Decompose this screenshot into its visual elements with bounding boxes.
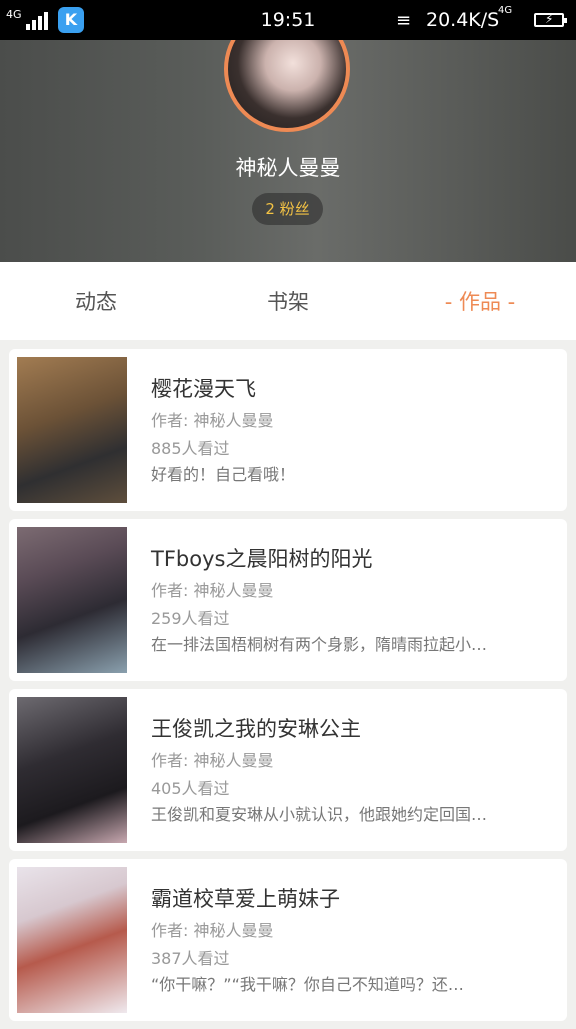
book-cover-image (17, 527, 127, 673)
work-views: 885人看过 (151, 439, 230, 458)
avatar[interactable] (224, 40, 350, 132)
work-title: TFboys之晨阳树的阳光 (151, 547, 373, 571)
tab-bookshelf[interactable]: 书架 (192, 262, 384, 340)
book-cover-image (17, 357, 127, 503)
work-title: 王俊凯之我的安琳公主 (151, 717, 361, 741)
profile-header: 神秘人曼曼 2 粉丝 (0, 40, 576, 262)
battery-icon: ⚡ (534, 12, 567, 27)
work-description: 在一排法国梧桐树有两个身影，隋晴雨拉起小… (151, 635, 488, 654)
fans-badge[interactable]: 2 粉丝 (252, 193, 323, 225)
status-bar: 4G K 19:51 ≡ 20.4K/S 4G ⚡ (0, 0, 576, 40)
work-views: 259人看过 (151, 609, 230, 628)
work-description: 王俊凯和夏安琳从小就认识，他跟她约定回国… (151, 805, 488, 824)
network-type: 4G (498, 5, 513, 16)
book-cover-image (17, 697, 127, 843)
work-views: 387人看过 (151, 949, 230, 968)
vibrate-icon: ≡ (396, 10, 412, 31)
tab-works[interactable]: - 作品 - (384, 262, 576, 340)
work-author: 作者: 神秘人曼曼 (151, 581, 274, 600)
work-card[interactable]: 霸道校草爱上萌妹子 作者: 神秘人曼曼 387人看过 “你干嘛？”“我干嘛？你自… (9, 859, 567, 1021)
work-author: 作者: 神秘人曼曼 (151, 411, 274, 430)
works-list: 樱花漫天飞 作者: 神秘人曼曼 885人看过 好看的！自己看哦！ TFboys之… (9, 349, 567, 1029)
username: 神秘人曼曼 (235, 156, 341, 180)
work-author: 作者: 神秘人曼曼 (151, 921, 274, 940)
book-cover-image (17, 867, 127, 1013)
work-title: 樱花漫天飞 (151, 377, 256, 401)
work-card[interactable]: 樱花漫天飞 作者: 神秘人曼曼 885人看过 好看的！自己看哦！ (9, 349, 567, 511)
work-description: 好看的！自己看哦！ (151, 465, 296, 484)
work-title: 霸道校草爱上萌妹子 (151, 887, 340, 911)
work-card[interactable]: 王俊凯之我的安琳公主 作者: 神秘人曼曼 405人看过 王俊凯和夏安琳从小就认识… (9, 689, 567, 851)
work-author: 作者: 神秘人曼曼 (151, 751, 274, 770)
work-card[interactable]: TFboys之晨阳树的阳光 作者: 神秘人曼曼 259人看过 在一排法国梧桐树有… (9, 519, 567, 681)
tab-activity[interactable]: 动态 (0, 262, 192, 340)
work-views: 405人看过 (151, 779, 230, 798)
network-speed: 20.4K/S (426, 9, 500, 31)
profile-tabs: 动态 书架 - 作品 - (0, 262, 576, 340)
work-description: “你干嘛？”“我干嘛？你自己不知道吗？还… (151, 975, 464, 994)
